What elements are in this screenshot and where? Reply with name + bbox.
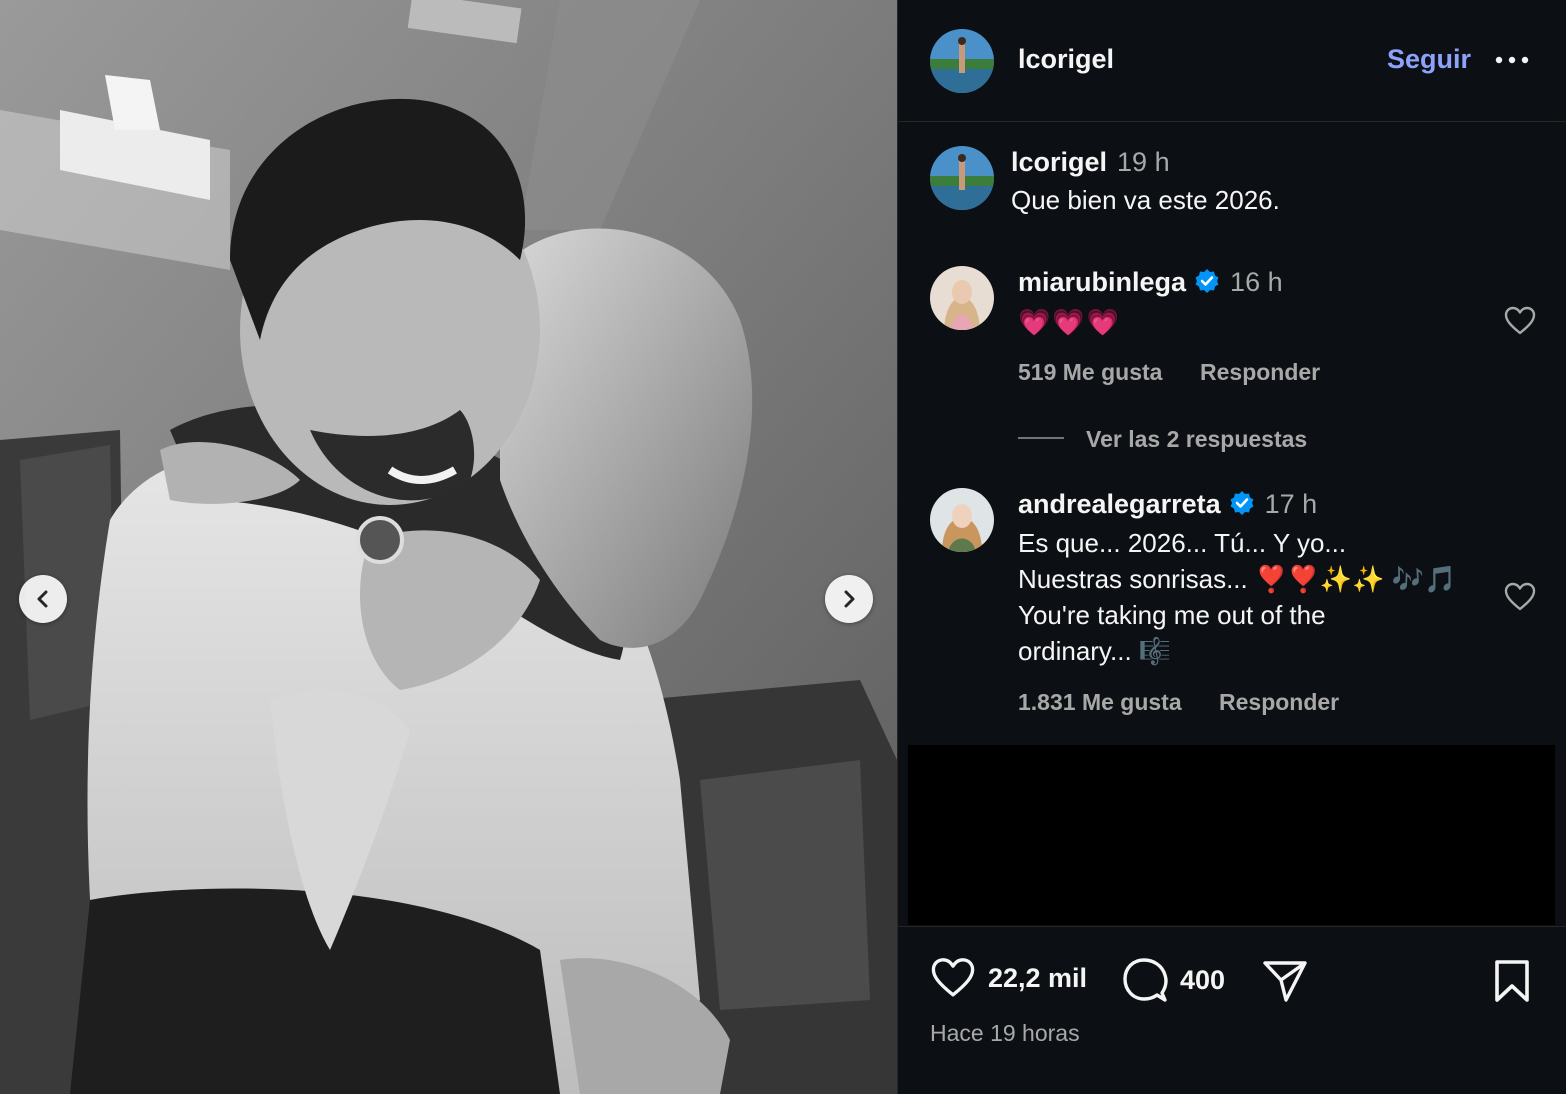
caption-avatar[interactable] <box>930 146 994 210</box>
post-action-bar: 22,2 mil 400 Hace 19 horas <box>898 926 1566 1094</box>
avatar-image <box>930 29 994 93</box>
caption-time: 19 h <box>1117 147 1170 177</box>
post-header: lcorigel Seguir <box>898 0 1566 122</box>
empty-media-area <box>908 745 1555 925</box>
more-horizontal-icon[interactable] <box>1494 48 1530 72</box>
carousel-next-button[interactable] <box>825 575 873 623</box>
comment-header: miarubinlega 16 h <box>1018 267 1283 298</box>
follow-button[interactable]: Seguir <box>1387 44 1471 75</box>
post-timestamp: Hace 19 horas <box>930 1020 1080 1046</box>
avatar-image <box>930 266 994 330</box>
chevron-left-icon <box>37 590 48 608</box>
heart-icon[interactable] <box>1504 582 1536 612</box>
comment-line: You're taking me out of the <box>1018 600 1326 630</box>
comment-username[interactable]: miarubinlega <box>1018 267 1186 297</box>
caption-username[interactable]: lcorigel <box>1011 147 1107 177</box>
caption-text: Que bien va este 2026. <box>1011 185 1280 215</box>
comment-username[interactable]: andrealegarreta <box>1018 489 1221 519</box>
share-button[interactable] <box>1262 959 1308 1003</box>
like-button[interactable]: 22,2 mil <box>930 957 1087 999</box>
caption-header: lcorigel 19 h <box>1011 147 1170 178</box>
author-avatar[interactable] <box>930 29 994 93</box>
comment-time: 16 h <box>1230 267 1283 297</box>
comment-icon <box>1123 958 1168 1002</box>
carousel-prev-button[interactable] <box>19 575 67 623</box>
bookmark-icon <box>1495 960 1529 1002</box>
like-count: 22,2 mil <box>988 962 1088 993</box>
comment-line: ordinary... 🎼 <box>1018 636 1172 666</box>
save-button[interactable] <box>1492 959 1532 1003</box>
heart-icon <box>931 958 975 997</box>
comment-line: Nuestras sonrisas... ❣️❣️✨✨ 🎶🎵 <box>1018 564 1457 594</box>
verified-badge-icon <box>1230 491 1254 515</box>
comment-likes[interactable]: 1.831 Me gusta <box>1018 689 1182 716</box>
comment-avatar[interactable] <box>930 488 994 552</box>
reply-button[interactable]: Responder <box>1200 359 1320 386</box>
heart-icon[interactable] <box>1504 306 1536 336</box>
post-side-panel: lcorigel Seguir lcorigel 19 h Que bien va… <box>897 0 1566 1094</box>
comment-time: 17 h <box>1264 489 1318 519</box>
comment-text: 💗💗💗 <box>1018 307 1122 337</box>
avatar-image <box>930 488 994 552</box>
comment-avatar[interactable] <box>930 266 994 330</box>
comment-count: 400 <box>1180 964 1226 995</box>
post-photo[interactable] <box>0 0 897 1094</box>
comment-line: Es que... 2026... Tú... Y yo... <box>1018 528 1347 558</box>
author-username[interactable]: lcorigel <box>1018 44 1114 75</box>
view-replies-link[interactable]: Ver las 2 respuestas <box>1086 426 1307 453</box>
reply-button[interactable]: Responder <box>1219 689 1339 716</box>
verified-badge-icon <box>1195 269 1219 293</box>
comment-text: Es que... 2026... Tú... Y yo... Nuestras… <box>1018 525 1488 669</box>
chevron-right-icon <box>844 590 855 608</box>
replies-divider <box>1018 437 1064 439</box>
photo-illustration <box>0 0 897 1094</box>
comment-likes[interactable]: 519 Me gusta <box>1018 359 1162 386</box>
comment-button[interactable]: 400 <box>1122 957 1225 1003</box>
comment-header: andrealegarreta 17 h <box>1018 489 1317 520</box>
send-icon <box>1263 961 1307 1002</box>
avatar-image <box>930 146 994 210</box>
